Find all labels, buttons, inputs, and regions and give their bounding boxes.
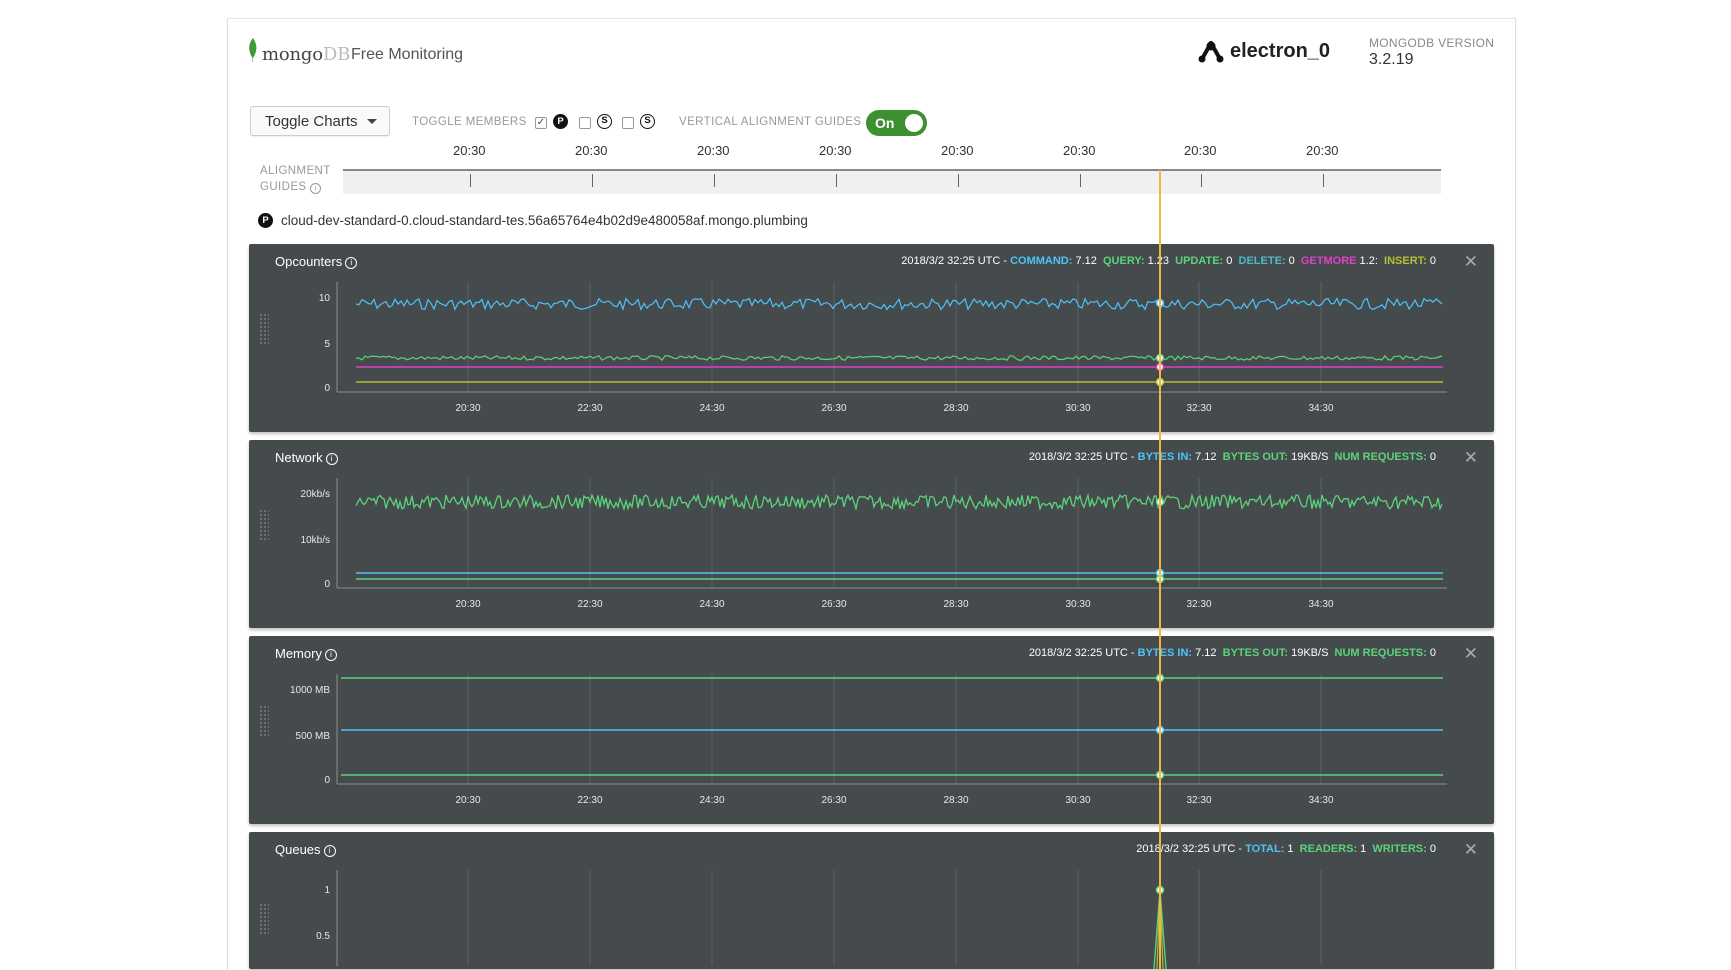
member-badge-secondary-2: S — [640, 114, 655, 129]
alignment-tick-label: 20:30 — [453, 143, 486, 158]
alignment-tick-label: 20:30 — [1306, 143, 1339, 158]
x-tick-label: 30:30 — [1065, 403, 1090, 414]
version-label: MONGODB VERSION — [1369, 36, 1495, 50]
x-tick-label: 24:30 — [699, 599, 724, 610]
x-tick-label: 32:30 — [1186, 403, 1211, 414]
host-header: electron_0 — [1198, 40, 1330, 63]
x-tick-label: 20:30 — [455, 599, 480, 610]
x-tick-label: 30:30 — [1065, 795, 1090, 806]
x-tick-label: 32:30 — [1186, 795, 1211, 806]
x-tick-label: 22:30 — [577, 403, 602, 414]
toggle-charts-label: Toggle Charts — [265, 112, 358, 130]
y-tick-label: 0.5 — [316, 931, 330, 942]
x-tick-label: 28:30 — [943, 599, 968, 610]
member-badge-primary: P — [553, 114, 568, 129]
x-tick-label: 34:30 — [1308, 599, 1333, 610]
chart-card-opcounters: Opcounters i 2018/3/2 32:25 UTC - COMMAND:… — [249, 244, 1494, 432]
member-checkbox-primary[interactable]: ✓ — [535, 117, 547, 129]
y-tick-label: 0 — [324, 579, 330, 590]
member-badge-primary: P — [258, 213, 273, 228]
toggle-members-label: TOGGLE MEMBERS — [412, 116, 527, 128]
x-tick-label: 22:30 — [577, 795, 602, 806]
alignment-tick-mark — [836, 174, 837, 187]
y-tick-label: 500 MB — [296, 731, 331, 742]
replica-set-icon — [1198, 40, 1224, 62]
alignment-tick-mark — [1201, 174, 1202, 187]
toggle-knob — [905, 114, 923, 132]
alignment-tick-label: 20:30 — [819, 143, 852, 158]
alignment-label-line2: GUIDES — [260, 181, 307, 193]
y-tick-label: 1000 MB — [290, 685, 330, 696]
vertical-guides-label: VERTICAL ALIGNMENT GUIDES — [679, 116, 862, 128]
hostname: electron_0 — [1230, 40, 1331, 62]
toggle-state-label: On — [875, 115, 895, 131]
y-tick-label: 5 — [324, 339, 330, 350]
alignment-guides-label: ALIGNMENT GUIDES i — [260, 163, 331, 195]
caret-down-icon — [367, 119, 377, 124]
series-query — [356, 354, 1443, 362]
member-badge-secondary-1: S — [597, 114, 612, 129]
vertical-guides-toggle[interactable]: On — [866, 110, 927, 136]
y-tick-label: 10kb/s — [301, 535, 330, 546]
y-tick-label: 20kb/s — [301, 489, 330, 500]
x-tick-label: 20:30 — [455, 403, 480, 414]
y-tick-label: 0 — [324, 383, 330, 394]
x-tick-label: 20:30 — [455, 795, 480, 806]
x-tick-label: 24:30 — [699, 403, 724, 414]
version-value: 3.2.19 — [1369, 51, 1414, 68]
alignment-tick-mark — [1080, 174, 1081, 187]
alignment-tick-label: 20:30 — [575, 143, 608, 158]
member-checkbox-secondary-1[interactable] — [579, 117, 591, 129]
x-tick-label: 28:30 — [943, 403, 968, 414]
chart-plot: 10.5 — [316, 870, 1322, 969]
alignment-tick-mark — [592, 174, 593, 187]
x-tick-label: 26:30 — [821, 599, 846, 610]
alignment-tick-mark — [470, 174, 471, 187]
member-checkbox-secondary-2[interactable] — [622, 117, 634, 129]
brand-suffix: DB — [322, 44, 351, 65]
series-bytes-out — [355, 492, 1443, 512]
toggle-charts-dropdown[interactable]: Toggle Charts — [250, 106, 390, 136]
series-command — [355, 297, 1443, 312]
alignment-tick-mark — [714, 174, 715, 187]
brand-logo: mongoDB — [262, 44, 350, 65]
x-tick-label: 28:30 — [943, 795, 968, 806]
chart-card-network: Network i 2018/3/2 32:25 UTC - BYTES IN: 7… — [249, 440, 1494, 628]
alignment-tick-mark — [958, 174, 959, 187]
alignment-tick-label: 20:30 — [1063, 143, 1096, 158]
x-tick-label: 34:30 — [1308, 403, 1333, 414]
member-row: P cloud-dev-standard-0.cloud-standard-te… — [258, 213, 808, 228]
x-tick-label: 26:30 — [821, 795, 846, 806]
chart-plot: 1000 MB 500 MB 0 20:30 22:30 24:30 26:30 28:30 3… — [290, 673, 1447, 806]
x-tick-label: 22:30 — [577, 599, 602, 610]
product-title: Free Monitoring — [351, 46, 464, 63]
x-tick-label: 30:30 — [1065, 599, 1090, 610]
x-tick-label: 32:30 — [1186, 599, 1211, 610]
member-hostname: cloud-dev-standard-0.cloud-standard-tes.… — [281, 213, 808, 228]
mongodb-leaf-icon — [249, 38, 257, 62]
x-tick-label: 26:30 — [821, 403, 846, 414]
brand-main: mongo — [262, 44, 323, 65]
info-icon: i — [310, 183, 322, 194]
chart-card-queues: Queues i 2018/3/2 32:25 UTC - TOTAL: 1 REA… — [249, 832, 1494, 969]
chart-card-memory: Memory i 2018/3/2 32:25 UTC - BYTES IN: 7.… — [249, 636, 1494, 824]
chart-plot: 10 5 0 20:30 22:30 24:30 26:30 28:30 30:30 32:30 3… — [319, 282, 1447, 414]
y-tick-label: 10 — [319, 293, 331, 304]
alignment-guides-track[interactable] — [343, 169, 1441, 194]
alignment-tick-mark — [1323, 174, 1324, 187]
alignment-label-line1: ALIGNMENT — [260, 165, 331, 177]
y-tick-label: 1 — [324, 885, 330, 896]
y-tick-label: 0 — [324, 775, 330, 786]
alignment-tick-label: 20:30 — [1184, 143, 1217, 158]
alignment-tick-label: 20:30 — [941, 143, 974, 158]
alignment-tick-label: 20:30 — [697, 143, 730, 158]
vertical-alignment-guide-line[interactable] — [1159, 170, 1161, 969]
x-tick-label: 24:30 — [699, 795, 724, 806]
x-tick-label: 34:30 — [1308, 795, 1333, 806]
chart-plot: 20kb/s 10kb/s 0 20:30 22:30 24:30 26:30 28:30 30… — [301, 478, 1447, 610]
